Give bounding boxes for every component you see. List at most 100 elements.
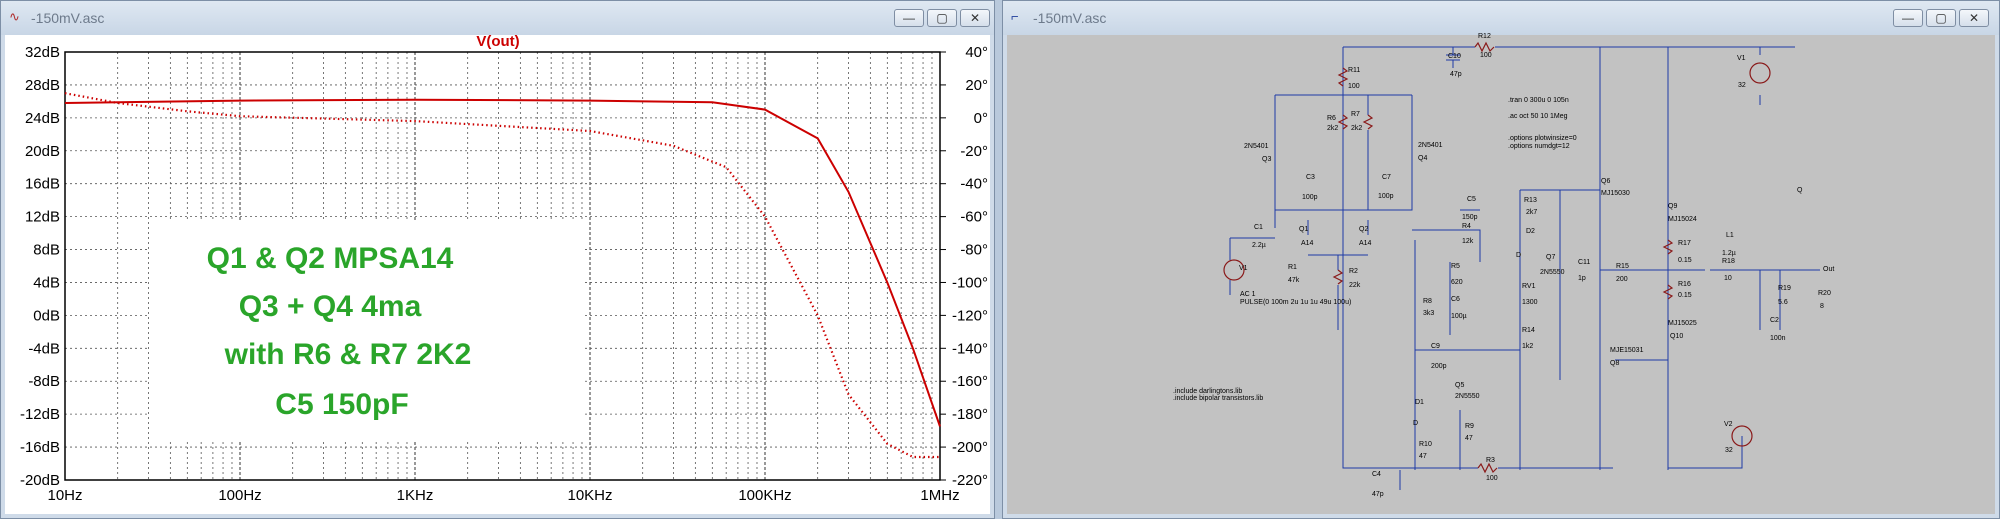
component-label: 200p [1431, 363, 1447, 370]
component-label: 10 [1724, 275, 1732, 282]
component-label: .include darlingtons.lib [1173, 388, 1242, 395]
component-label: R13 [1524, 197, 1537, 204]
component-label: 47 [1465, 435, 1473, 442]
component-label: 100p [1378, 193, 1394, 200]
component-label: D [1516, 252, 1521, 259]
component-label: R2 [1349, 268, 1358, 275]
component-label: 8 [1820, 303, 1824, 310]
component-label: R8 [1423, 298, 1432, 305]
component-label: 2N5550 [1455, 393, 1480, 400]
component-label: 5.6 [1778, 299, 1788, 306]
component-label: R19 [1778, 285, 1791, 292]
component-label: C11 [1578, 259, 1590, 266]
component-label: R12 [1478, 33, 1491, 40]
resistor-r3[interactable] [1477, 462, 1498, 474]
component-label: Q5 [1455, 382, 1464, 389]
component-label: L1 [1726, 232, 1734, 239]
component-label: 2k2 [1351, 125, 1362, 132]
component-label: 620 [1451, 279, 1463, 286]
resistor-r2[interactable] [1332, 269, 1344, 285]
component-label: Q8 [1610, 360, 1619, 367]
component-label: C1 [1254, 224, 1263, 231]
component-label: RV1 [1522, 283, 1536, 290]
component-label: .include bipolar transistors.lib [1173, 395, 1263, 402]
component-label: MJ15025 [1668, 320, 1697, 327]
component-label: 1p [1578, 275, 1586, 282]
component-label: R11 [1348, 67, 1360, 74]
component-label: R15 [1616, 263, 1629, 270]
component-label: 47k [1288, 277, 1300, 284]
component-label: 100p [1302, 194, 1318, 201]
component-label: 200 [1616, 276, 1628, 283]
component-label: .ac oct 50 10 1Meg [1508, 113, 1568, 120]
component-label: R9 [1465, 423, 1474, 430]
component-label: PULSE(0 100m 2u 1u 1u 49u 100u) [1240, 299, 1351, 306]
component-label: Q1 [1299, 226, 1308, 233]
component-label: .options plotwinsize=0 [1508, 135, 1577, 142]
component-label: R4 [1462, 223, 1471, 230]
component-label: MJ15030 [1601, 190, 1630, 197]
component-label: V1 [1239, 265, 1248, 272]
component-label: R3 [1486, 457, 1495, 464]
component-label: 0.15 [1678, 292, 1692, 299]
component-label: 1300 [1522, 299, 1538, 306]
component-label: 32 [1738, 82, 1746, 89]
component-label: AC 1 [1240, 291, 1256, 298]
component-label: 100µ [1451, 313, 1467, 320]
voltage-source-v1[interactable] [1749, 62, 1771, 84]
component-label: 22k [1349, 282, 1361, 289]
component-label: R17 [1678, 240, 1691, 247]
component-label: .options numdgt=12 [1508, 143, 1570, 150]
component-label: D1 [1415, 399, 1424, 406]
component-label: R16 [1678, 281, 1691, 288]
component-label: 100 [1486, 475, 1498, 482]
component-label: Q10 [1670, 333, 1683, 340]
component-label: C4 [1372, 471, 1381, 478]
component-label: Q7 [1546, 254, 1555, 261]
component-label: R5 [1451, 263, 1460, 270]
component-label: C3 [1306, 174, 1315, 181]
component-label: MJ15024 [1668, 216, 1697, 223]
component-label: 2k7 [1526, 209, 1537, 216]
component-label: 2N5550 [1540, 269, 1565, 276]
component-label: Q6 [1601, 178, 1610, 185]
component-label: D2 [1526, 228, 1535, 235]
component-label: R6 [1327, 115, 1336, 122]
schematic-drawing: R12 100 C10 47p R11 100 V1 32 .tran 0 300u 0 105… [1173, 33, 1834, 498]
component-label: C7 [1382, 174, 1391, 181]
resistor-r12[interactable] [1474, 41, 1495, 53]
component-label: V2 [1724, 421, 1733, 428]
component-label: 47p [1450, 71, 1462, 78]
component-label: V1 [1737, 55, 1746, 62]
component-label: 32 [1725, 447, 1733, 454]
component-label: R7 [1351, 111, 1360, 118]
component-label: Q4 [1418, 155, 1427, 162]
component-label: .tran 0 300u 0 105n [1508, 97, 1569, 104]
component-label: R14 [1522, 327, 1535, 334]
component-label: Q3 [1262, 156, 1271, 163]
component-label: 100n [1770, 335, 1786, 342]
component-label: C10 [1448, 53, 1461, 60]
component-label: 2N5401 [1244, 143, 1269, 150]
component-label: C6 [1451, 296, 1460, 303]
component-label: Q2 [1359, 226, 1368, 233]
component-label: 47 [1419, 453, 1427, 460]
component-label: 1.2µ [1722, 250, 1736, 257]
component-label: MJE15031 [1610, 347, 1644, 354]
component-label: R1 [1288, 264, 1297, 271]
component-label: Out [1823, 266, 1834, 273]
component-label: C5 [1467, 196, 1476, 203]
component-label: R10 [1419, 441, 1432, 448]
component-label: 47p [1372, 491, 1384, 498]
component-label: A14 [1301, 240, 1314, 247]
component-label: A14 [1359, 240, 1372, 247]
component-label: C2 [1770, 317, 1779, 324]
component-label: 100 [1480, 52, 1492, 59]
component-label: D [1413, 420, 1418, 427]
component-label: Q9 [1668, 203, 1677, 210]
component-label: 0.15 [1678, 257, 1692, 264]
component-label: 12k [1462, 238, 1474, 245]
component-label: 3k3 [1423, 310, 1434, 317]
resistor-r7[interactable] [1362, 114, 1374, 130]
component-label: 2k2 [1327, 125, 1338, 132]
